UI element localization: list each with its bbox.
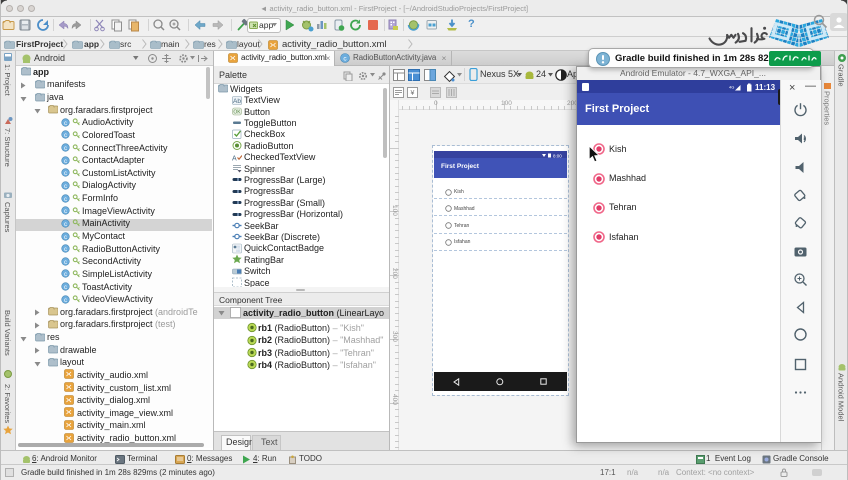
svg-text:c: c bbox=[64, 133, 67, 139]
svg-text:░: ░ bbox=[236, 245, 241, 252]
svg-text:c: c bbox=[64, 146, 67, 152]
svg-text:c: c bbox=[64, 171, 67, 177]
svg-text:c: c bbox=[64, 159, 67, 165]
svg-text:c: c bbox=[64, 272, 67, 278]
svg-text:8:00: 8:00 bbox=[553, 153, 562, 158]
svg-text:c: c bbox=[64, 184, 67, 190]
svg-text:¥: ¥ bbox=[411, 90, 415, 97]
svg-text:c: c bbox=[64, 209, 67, 215]
svg-text:A: A bbox=[232, 155, 237, 162]
svg-text:c: c bbox=[64, 297, 67, 303]
svg-text:c: c bbox=[64, 260, 67, 266]
svg-text:OK: OK bbox=[233, 110, 241, 116]
svg-text:4G: 4G bbox=[729, 84, 734, 89]
svg-text:c: c bbox=[64, 234, 67, 240]
svg-text:c: c bbox=[64, 222, 67, 228]
svg-text:c: c bbox=[64, 247, 67, 253]
svg-text:c: c bbox=[64, 196, 67, 202]
svg-text:c: c bbox=[64, 285, 67, 291]
svg-text:Ab: Ab bbox=[233, 98, 241, 105]
svg-text:c: c bbox=[64, 121, 67, 127]
